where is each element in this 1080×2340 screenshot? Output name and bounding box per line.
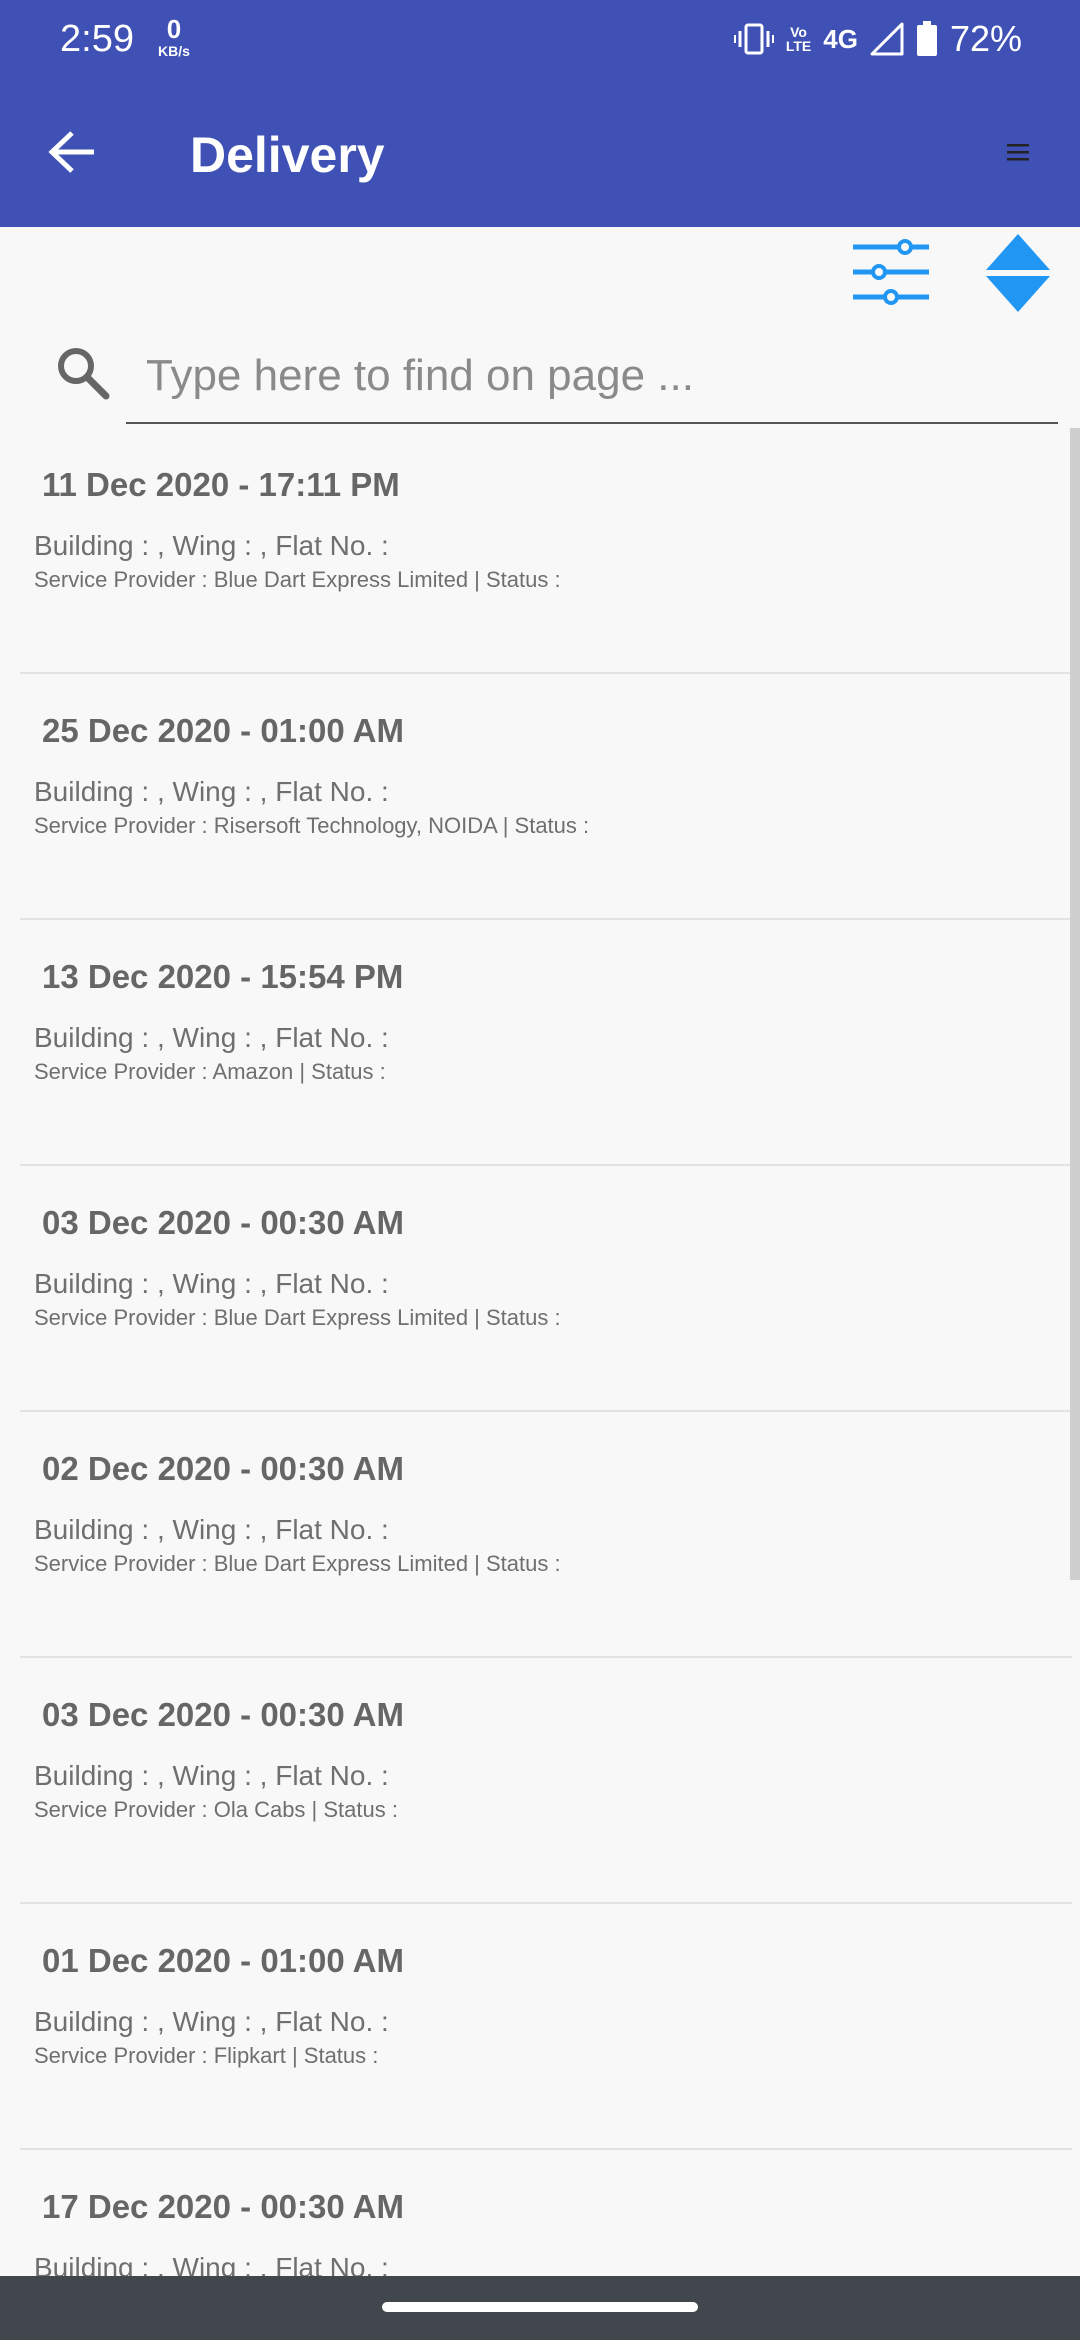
app-bar: Delivery xyxy=(0,80,1080,227)
list-item[interactable]: 03 Dec 2020 - 00:30 AM Building : , Wing… xyxy=(20,1658,1072,1904)
signal-icon xyxy=(870,22,904,56)
delivery-provider: Service Provider : Ola Cabs | Status : xyxy=(34,1797,398,1822)
search-icon xyxy=(54,344,114,404)
sort-button[interactable] xyxy=(980,232,1056,318)
delivery-provider: Service Provider : Amazon | Status : xyxy=(34,1059,386,1084)
list-item[interactable]: 11 Dec 2020 - 17:11 PM Building : , Wing… xyxy=(20,428,1072,674)
delivery-location: Building : , Wing : , Flat No. : xyxy=(34,2006,389,2037)
sliders-icon xyxy=(851,237,931,312)
delivery-date: 25 Dec 2020 - 01:00 AM xyxy=(42,712,404,749)
list-item[interactable]: 02 Dec 2020 - 00:30 AM Building : , Wing… xyxy=(20,1412,1072,1658)
delivery-date: 03 Dec 2020 - 00:30 AM xyxy=(42,1696,404,1733)
vibrate-icon xyxy=(733,23,774,55)
volte-bottom: LTE xyxy=(785,38,812,54)
delivery-location: Building : , Wing : , Flat No. : xyxy=(34,776,389,807)
home-gesture-handle[interactable] xyxy=(382,2302,698,2312)
list-item[interactable]: 01 Dec 2020 - 01:00 AM Building : , Wing… xyxy=(20,1904,1072,2150)
list-item[interactable]: 25 Dec 2020 - 01:00 AM Building : , Wing… xyxy=(20,674,1072,920)
back-button[interactable] xyxy=(40,122,104,186)
delivery-location: Building : , Wing : , Flat No. : xyxy=(34,1514,389,1545)
search-input[interactable] xyxy=(126,330,1058,424)
sort-up-down-icon xyxy=(984,232,1052,319)
list-item[interactable]: 13 Dec 2020 - 15:54 PM Building : , Wing… xyxy=(20,920,1072,1166)
status-icons: Vo LTE 4G 72% xyxy=(733,18,1022,60)
list-item[interactable]: 17 Dec 2020 - 00:30 AM Building : , Wing… xyxy=(20,2150,1072,2276)
net-speed-value: 0 xyxy=(166,14,182,44)
menu-button[interactable] xyxy=(996,132,1040,176)
navigation-bar xyxy=(0,2276,1080,2340)
hamburger-menu-icon xyxy=(1007,142,1029,167)
delivery-location: Building : , Wing : , Flat No. : xyxy=(34,1268,389,1299)
page-title: Delivery xyxy=(190,127,385,183)
net-speed-unit: KB/s xyxy=(158,43,190,59)
delivery-provider: Service Provider : Risersoft Technology,… xyxy=(34,813,590,838)
volte-icon: Vo LTE xyxy=(786,25,811,53)
delivery-date: 02 Dec 2020 - 00:30 AM xyxy=(42,1450,404,1487)
delivery-date: 11 Dec 2020 - 17:11 PM xyxy=(42,466,400,503)
network-type: 4G xyxy=(823,23,858,54)
delivery-date: 01 Dec 2020 - 01:00 AM xyxy=(42,1942,404,1979)
status-time: 2:59 xyxy=(60,18,134,60)
delivery-provider: Service Provider : Blue Dart Express Lim… xyxy=(34,567,561,592)
net-speed: 0 KB/s xyxy=(154,16,194,58)
list-item[interactable]: 03 Dec 2020 - 00:30 AM Building : , Wing… xyxy=(20,1166,1072,1412)
scrollbar[interactable] xyxy=(1070,428,1080,1580)
battery-percent: 72% xyxy=(949,18,1022,59)
delivery-date: 13 Dec 2020 - 15:54 PM xyxy=(42,958,404,995)
delivery-location: Building : , Wing : , Flat No. : xyxy=(34,2252,389,2276)
delivery-date: 03 Dec 2020 - 00:30 AM xyxy=(42,1204,404,1241)
delivery-location: Building : , Wing : , Flat No. : xyxy=(34,1760,389,1791)
delivery-provider: Service Provider : Flipkart | Status : xyxy=(34,2043,379,2068)
delivery-location: Building : , Wing : , Flat No. : xyxy=(34,1022,389,1053)
delivery-location: Building : , Wing : , Flat No. : xyxy=(34,530,389,561)
delivery-list: 11 Dec 2020 - 17:11 PM Building : , Wing… xyxy=(20,428,1072,2276)
status-bar: 2:59 0 KB/s Vo LTE 4G 72% xyxy=(0,0,1080,80)
battery-icon xyxy=(916,21,938,57)
delivery-provider: Service Provider : Blue Dart Express Lim… xyxy=(34,1551,561,1576)
delivery-date: 17 Dec 2020 - 00:30 AM xyxy=(42,2188,404,2225)
arrow-left-icon xyxy=(48,130,96,179)
filter-button[interactable] xyxy=(848,236,934,312)
delivery-provider: Service Provider : Blue Dart Express Lim… xyxy=(34,1305,561,1330)
